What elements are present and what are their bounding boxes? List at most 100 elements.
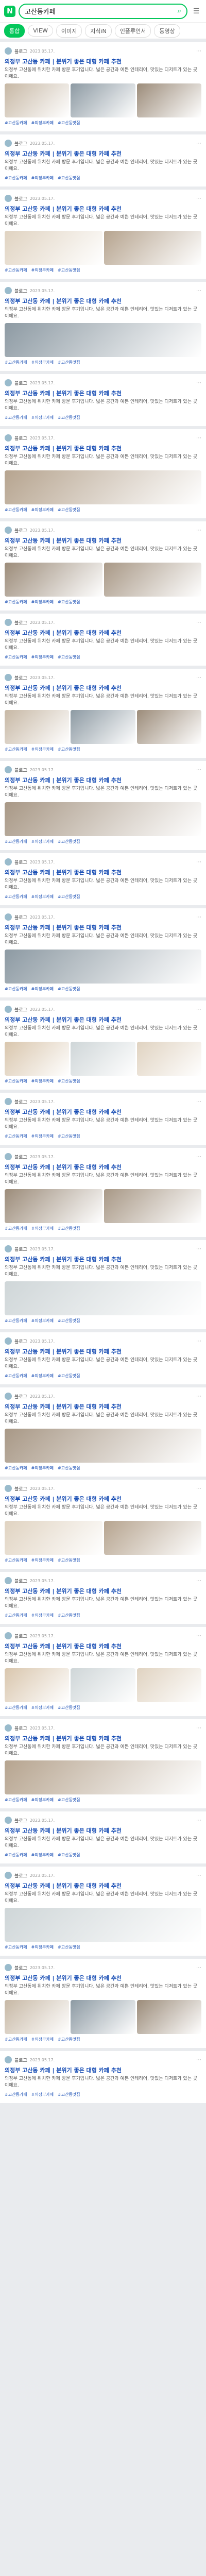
tag[interactable]: #고산동카페 — [5, 986, 27, 992]
tag[interactable]: #의정부카페 — [31, 1797, 54, 1803]
tag[interactable]: #고산동맛집 — [58, 175, 80, 181]
author-name[interactable]: 블로그 — [14, 2057, 27, 2063]
tag[interactable]: #의정부카페 — [31, 1226, 54, 1232]
post-title[interactable]: 의정부 고산동 카페 | 분위기 좋은 대형 카페 추천 — [5, 1403, 201, 1411]
tag[interactable]: #고산동맛집 — [58, 1226, 80, 1232]
avatar[interactable] — [5, 1153, 12, 1160]
avatar[interactable] — [5, 1724, 12, 1732]
tag[interactable]: #의정부카페 — [31, 1133, 54, 1140]
post-title[interactable]: 의정부 고산동 카페 | 분위기 좋은 대형 카페 추천 — [5, 684, 201, 692]
avatar[interactable] — [5, 1485, 12, 1492]
author-name[interactable]: 블로그 — [14, 914, 27, 921]
tag[interactable]: #고산동맛집 — [58, 1852, 80, 1858]
avatar[interactable] — [5, 858, 12, 866]
tag[interactable]: #고산동카페 — [5, 2092, 27, 2098]
result-card[interactable]: 블로그 2023.05.17. ⋯ 의정부 고산동 카페 | 분위기 좋은 대형 카페… — [0, 1719, 206, 1808]
more-icon[interactable]: ⋯ — [196, 1633, 201, 1639]
avatar[interactable] — [5, 1964, 12, 1971]
thumbnail-image[interactable] — [5, 1521, 102, 1555]
post-excerpt[interactable]: 의정부 고산동에 위치한 카페 방문 후기입니다. 넓은 공간과 예쁜 인테리어… — [5, 1891, 201, 1905]
post-excerpt[interactable]: 의정부 고산동에 위치한 카페 방문 후기입니다. 넓은 공간과 예쁜 인테리어… — [5, 1357, 201, 1370]
avatar[interactable] — [5, 1577, 12, 1584]
tag[interactable]: #고산동맛집 — [58, 360, 80, 366]
thumbnail-image[interactable] — [5, 470, 201, 504]
author-name[interactable]: 블로그 — [14, 1393, 27, 1400]
menu-icon[interactable]: ☰ — [191, 6, 202, 17]
avatar[interactable] — [5, 434, 12, 442]
thumbnail-image[interactable] — [5, 710, 70, 744]
naver-logo[interactable]: N — [4, 5, 15, 17]
post-excerpt[interactable]: 의정부 고산동에 위치한 카페 방문 후기입니다. 넓은 공간과 예쁜 인테리어… — [5, 1597, 201, 1610]
avatar[interactable] — [5, 674, 12, 681]
tag[interactable]: #고산동카페 — [5, 360, 27, 366]
tag[interactable]: #고산동맛집 — [58, 654, 80, 660]
tag[interactable]: #의정부카페 — [31, 1318, 54, 1324]
post-excerpt[interactable]: 의정부 고산동에 위치한 카페 방문 후기입니다. 넓은 공간과 예쁜 인테리어… — [5, 1744, 201, 1757]
tag[interactable]: #고산동맛집 — [58, 1465, 80, 1471]
post-title[interactable]: 의정부 고산동 카페 | 분위기 좋은 대형 카페 추천 — [5, 1108, 201, 1116]
thumbnail-image[interactable] — [5, 231, 102, 265]
author-name[interactable]: 블로그 — [14, 1578, 27, 1584]
more-icon[interactable]: ⋯ — [196, 914, 201, 920]
post-title[interactable]: 의정부 고산동 카페 | 분위기 좋은 대형 카페 추천 — [5, 445, 201, 452]
thumbnail-image[interactable] — [104, 1521, 201, 1555]
author-name[interactable]: 블로그 — [14, 674, 27, 681]
search-query[interactable]: 고산동카페 — [25, 6, 178, 16]
author-name[interactable]: 블로그 — [14, 1964, 27, 1971]
search-input[interactable]: 고산동카페 ⌕ — [19, 3, 187, 19]
post-title[interactable]: 의정부 고산동 카페 | 분위기 좋은 대형 카페 추천 — [5, 1827, 201, 1835]
avatar[interactable] — [5, 1632, 12, 1639]
post-excerpt[interactable]: 의정부 고산동에 위치한 카페 방문 후기입니다. 넓은 공간과 예쁜 인테리어… — [5, 454, 201, 467]
post-excerpt[interactable]: 의정부 고산동에 위치한 카페 방문 후기입니다. 넓은 공간과 예쁜 인테리어… — [5, 933, 201, 946]
post-title[interactable]: 의정부 고산동 카페 | 분위기 좋은 대형 카페 추천 — [5, 1495, 201, 1503]
tag[interactable]: #고산동맛집 — [58, 1705, 80, 1711]
thumbnail-image[interactable] — [136, 2000, 201, 2034]
tag[interactable]: #고산동카페 — [5, 1944, 27, 1951]
tag[interactable]: #고산동카페 — [5, 267, 27, 274]
author-name[interactable]: 블로그 — [14, 1338, 27, 1345]
tag[interactable]: #의정부카페 — [31, 175, 54, 181]
result-card[interactable]: 블로그 2023.05.17. ⋯ 의정부 고산동 카페 | 분위기 좋은 대형 카페… — [0, 521, 206, 611]
author-name[interactable]: 블로그 — [14, 287, 27, 294]
tag[interactable]: #고산동카페 — [5, 1465, 27, 1471]
author-name[interactable]: 블로그 — [14, 380, 27, 386]
more-icon[interactable]: ⋯ — [196, 435, 201, 441]
more-icon[interactable]: ⋯ — [196, 767, 201, 773]
thumbnail-image[interactable] — [71, 1668, 135, 1702]
more-icon[interactable]: ⋯ — [196, 620, 201, 625]
tag[interactable]: #의정부카페 — [31, 360, 54, 366]
tag[interactable]: #고산동카페 — [5, 1318, 27, 1324]
post-excerpt[interactable]: 의정부 고산동에 위치한 카페 방문 후기입니다. 넓은 공간과 예쁜 인테리어… — [5, 307, 201, 320]
avatar[interactable] — [5, 47, 12, 55]
result-card[interactable]: 블로그 2023.05.17. ⋯ 의정부 고산동 카페 | 분위기 좋은 대형 카페… — [0, 1001, 206, 1090]
post-excerpt[interactable]: 의정부 고산동에 위치한 카페 방문 후기입니다. 넓은 공간과 예쁜 인테리어… — [5, 1836, 201, 1850]
post-excerpt[interactable]: 의정부 고산동에 위치한 카페 방문 후기입니다. 넓은 공간과 예쁜 인테리어… — [5, 1412, 201, 1426]
result-card[interactable]: 블로그 2023.05.17. ⋯ 의정부 고산동 카페 | 분위기 좋은 대형 카페… — [0, 374, 206, 426]
tag[interactable]: #고산동카페 — [5, 1705, 27, 1711]
post-title[interactable]: 의정부 고산동 카페 | 분위기 좋은 대형 카페 추천 — [5, 2066, 201, 2074]
author-name[interactable]: 블로그 — [14, 1098, 27, 1105]
post-excerpt[interactable]: 의정부 고산동에 위치한 카페 방문 후기입니다. 넓은 공간과 예쁜 인테리어… — [5, 1984, 201, 1997]
tag[interactable]: #고산동카페 — [5, 1852, 27, 1858]
more-icon[interactable]: ⋯ — [196, 196, 201, 201]
tab-1[interactable]: VIEW — [28, 25, 53, 37]
tag[interactable]: #고산동맛집 — [58, 1318, 80, 1324]
thumbnail-image[interactable] — [5, 83, 70, 117]
more-icon[interactable]: ⋯ — [196, 1578, 201, 1584]
tag[interactable]: #의정부카페 — [31, 415, 54, 421]
author-name[interactable]: 블로그 — [14, 619, 27, 626]
post-excerpt[interactable]: 의정부 고산동에 위치한 카페 방문 후기입니다. 넓은 공간과 예쁜 인테리어… — [5, 1265, 201, 1278]
avatar[interactable] — [5, 1006, 12, 1013]
tag[interactable]: #고산동맛집 — [58, 1797, 80, 1803]
post-excerpt[interactable]: 의정부 고산동에 위치한 카페 방문 후기입니다. 넓은 공간과 예쁜 인테리어… — [5, 878, 201, 891]
thumbnail-image[interactable] — [5, 2000, 70, 2034]
post-title[interactable]: 의정부 고산동 카페 | 분위기 좋은 대형 카페 추천 — [5, 1974, 201, 1982]
thumbnail-image[interactable] — [136, 1042, 201, 1076]
post-excerpt[interactable]: 의정부 고산동에 위치한 카페 방문 후기입니다. 넓은 공간과 예쁜 인테리어… — [5, 1652, 201, 1665]
avatar[interactable] — [5, 1872, 12, 1879]
avatar[interactable] — [5, 195, 12, 202]
tag[interactable]: #고산동카페 — [5, 654, 27, 660]
post-title[interactable]: 의정부 고산동 카페 | 분위기 좋은 대형 카페 추천 — [5, 924, 201, 931]
thumbnail-image[interactable] — [5, 1189, 102, 1223]
tag[interactable]: #고산동맛집 — [58, 1613, 80, 1619]
